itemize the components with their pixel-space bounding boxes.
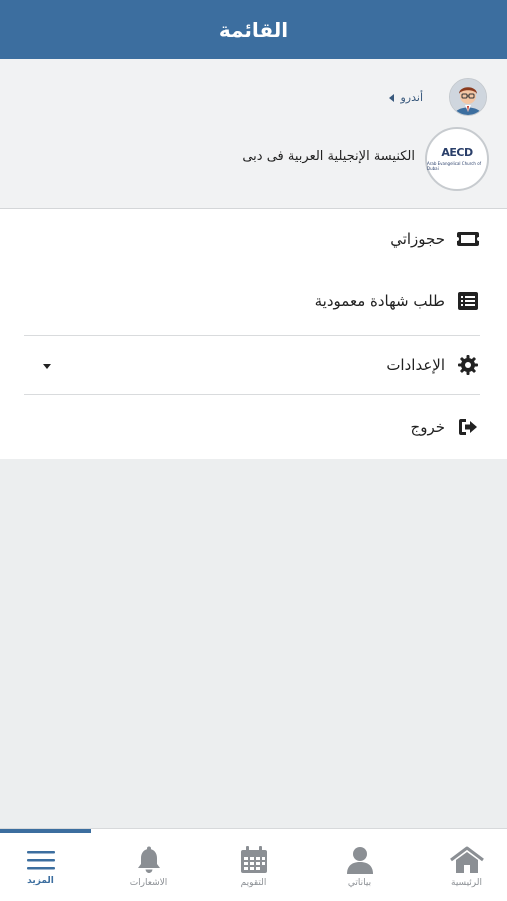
sign-out-icon <box>457 416 479 438</box>
list-alt-icon <box>457 290 479 312</box>
caret-left-icon[interactable] <box>389 94 394 102</box>
bars-icon <box>26 851 55 870</box>
church-logo: AECD Arab Evangelical Church of Dubai <box>425 127 489 191</box>
tab-label: الرئيسية <box>451 878 482 888</box>
tab-my-data[interactable]: بياناتي <box>309 835 410 899</box>
bottom-tab-bar: المزيد الاشعارات التقويم بياناتي الرئيسي… <box>0 828 507 901</box>
page-title: القائمة <box>218 17 289 42</box>
chevron-down-icon[interactable] <box>43 364 51 369</box>
menu-divider <box>24 394 480 395</box>
user-avatar-icon <box>450 79 486 115</box>
tab-label: المزيد <box>27 876 54 886</box>
tab-home[interactable]: الرئيسية <box>416 835 507 899</box>
tab-more[interactable]: المزيد <box>0 835 91 899</box>
menu-item-my-bookings[interactable]: حجوزاتي <box>0 209 507 269</box>
church-logo-subtext: Arab Evangelical Church of Dubai <box>427 161 482 171</box>
menu-item-logout[interactable]: خروج <box>0 397 507 457</box>
menu-item-label: طلب شهادة معمودية <box>314 292 445 310</box>
menu-item-settings[interactable]: الإعدادات <box>0 335 507 395</box>
bell-icon <box>137 846 160 873</box>
tab-label: التقويم <box>240 878 267 888</box>
gear-icon <box>457 354 479 376</box>
menu-item-baptism-certificate[interactable]: طلب شهادة معمودية <box>0 271 507 331</box>
tab-notifications[interactable]: الاشعارات <box>98 835 199 899</box>
tab-label: الاشعارات <box>129 878 168 888</box>
page-header: القائمة <box>0 0 507 59</box>
tab-label: بياناتي <box>347 878 372 888</box>
menu-item-label: حجوزاتي <box>390 230 445 248</box>
menu-list: حجوزاتي طلب شهادة معمودية الإعدادات خروج <box>0 209 507 459</box>
avatar[interactable] <box>449 78 487 116</box>
profile-section <box>0 59 507 209</box>
menu-item-label: خروج <box>410 418 445 436</box>
menu-item-label: الإعدادات <box>386 356 445 374</box>
user-icon <box>346 847 373 874</box>
user-name-link[interactable]: أندرو <box>400 91 423 104</box>
church-logo-mark: AECD <box>441 146 473 159</box>
ticket-icon <box>457 228 479 250</box>
active-tab-indicator <box>0 829 91 833</box>
church-name: الكنيسة الإنجيلية العربية فى دبى <box>242 149 415 164</box>
calendar-icon <box>240 846 267 873</box>
home-icon <box>449 846 484 873</box>
tab-calendar[interactable]: التقويم <box>203 835 304 899</box>
